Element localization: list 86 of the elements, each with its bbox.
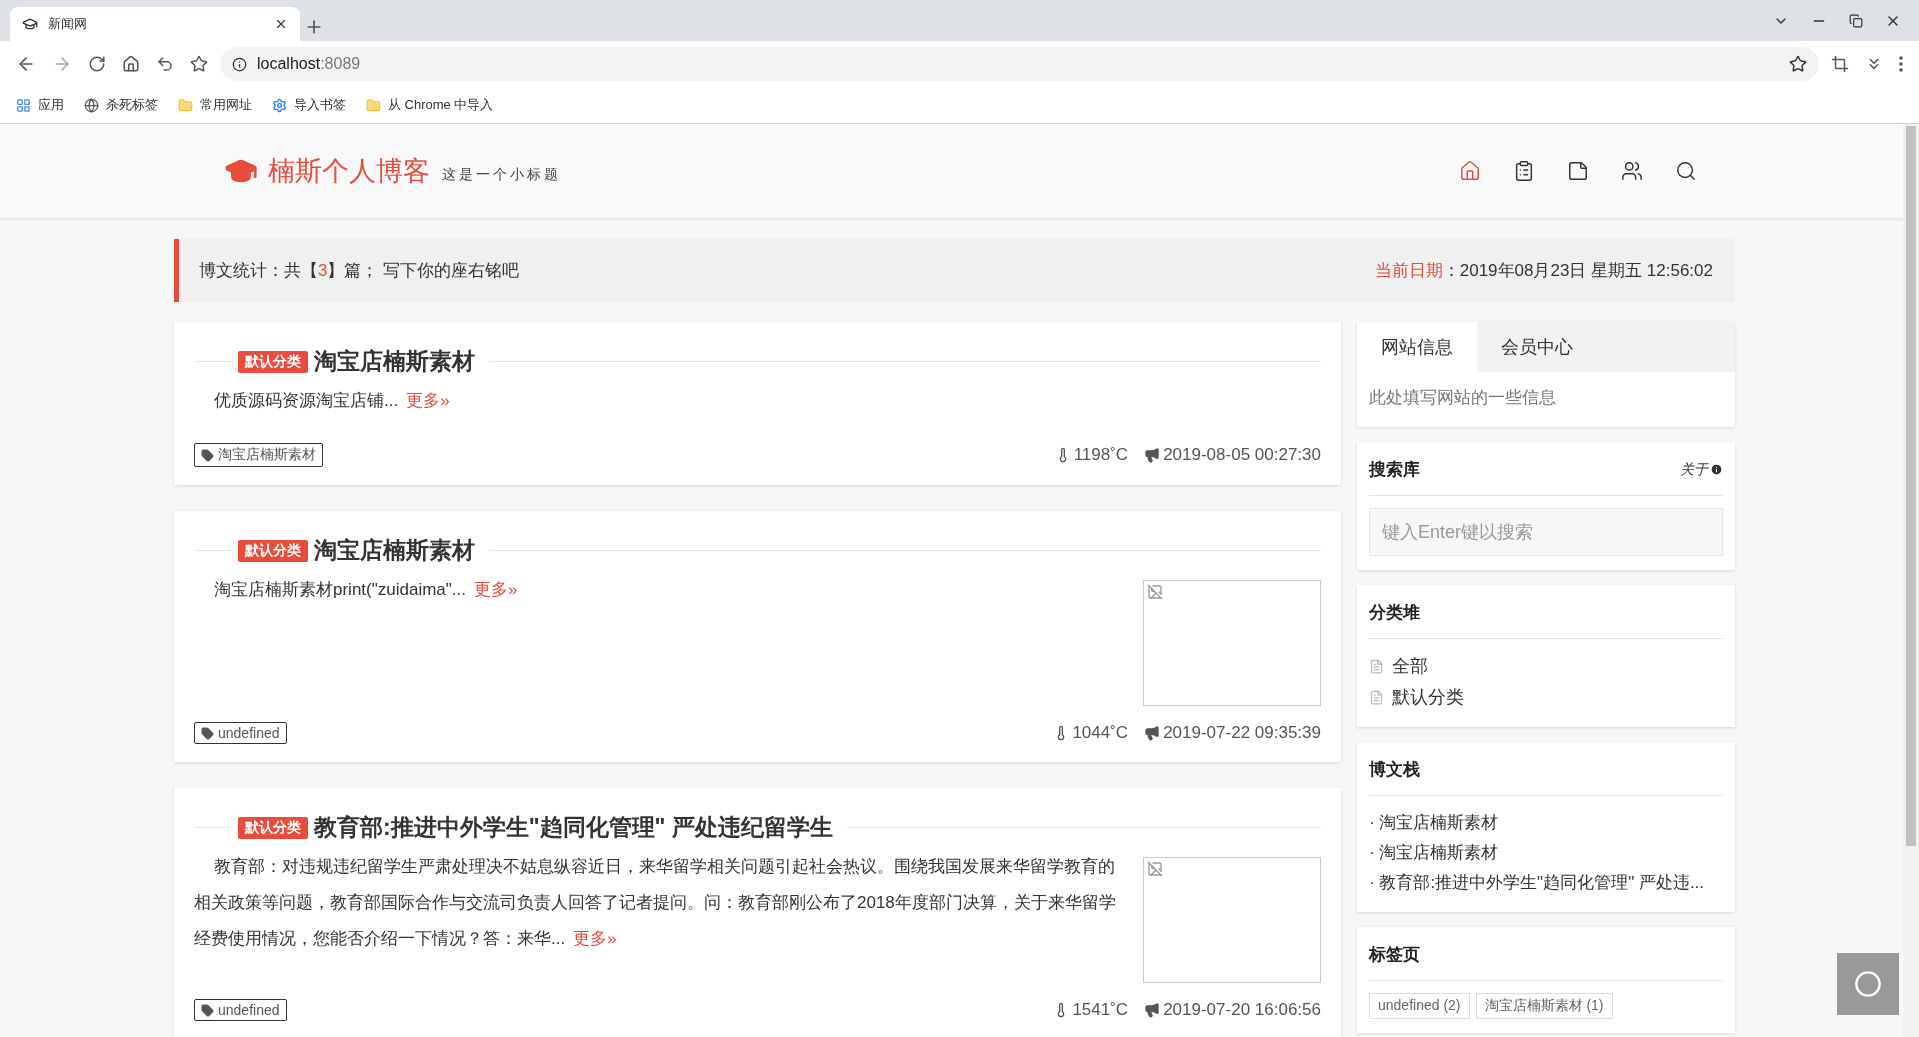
url-text: localhost:8089 [257,55,361,73]
sidebar-tab[interactable]: 网站信息 [1357,322,1477,372]
gear-icon [272,97,287,113]
post-time: 2019-07-22 09:35:39 [1163,723,1321,743]
scrollbar[interactable] [1903,124,1919,1037]
megaphone-icon [1144,1002,1161,1018]
site-subtitle: 这是一个小标题 [442,166,561,184]
category-badge[interactable]: 默认分类 [238,539,308,562]
broken-image-icon [1147,861,1163,877]
tag-label[interactable]: undefined [194,999,287,1021]
broken-image-icon [1147,584,1163,600]
post-title[interactable]: 教育部:推进中外学生"趋同化管理" 严处违纪留学生 [314,812,833,843]
category-item[interactable]: 全部 [1369,651,1723,682]
restore-icon[interactable] [1849,13,1863,28]
more-link[interactable]: 更多» [573,929,617,948]
graduation-cap-icon [22,16,38,32]
megaphone-icon [1144,725,1161,741]
bookmark-item[interactable]: 杀死标签 [84,96,158,114]
sidebar-tab[interactable]: 会员中心 [1477,322,1597,372]
info-text: 此处填写网站的一些信息 [1368,387,1557,409]
panel-title: 标签页 [1369,944,1420,966]
home-icon [1459,160,1481,182]
address-bar[interactable]: localhost:8089 [220,47,1819,81]
info-icon [232,56,247,72]
tag-label[interactable]: undefined [194,722,287,744]
megaphone-icon [1144,447,1161,463]
menu-icon [1899,56,1903,72]
circle-icon [1854,970,1882,998]
more-link[interactable]: 更多» [406,391,450,410]
home-icon [122,55,140,73]
category-badge[interactable]: 默认分类 [238,816,308,839]
tag-chip[interactable]: 淘宝店楠斯素材 (1) [1475,993,1613,1019]
search-icon [1675,160,1697,182]
bookmark-item[interactable]: 应用 [16,96,64,114]
post-time: 2019-07-20 16:06:56 [1163,1000,1321,1020]
reload-icon [88,55,106,73]
category-badge[interactable]: 默认分类 [238,350,308,373]
recent-post-link[interactable]: · 淘宝店楠斯素材 [1369,838,1723,868]
panel-title: 搜索库 [1369,459,1420,481]
tag-chip[interactable]: undefined (2) [1369,993,1470,1019]
tag-icon [201,448,214,462]
folder-icon [366,97,381,113]
star-icon[interactable] [1789,55,1807,73]
search-field[interactable]: 键入Enter键以搜索 [1369,508,1723,556]
about-link[interactable]: 关于 [1680,460,1723,479]
post-excerpt: 优质源码资源淘宝店铺... 更多» [213,390,451,412]
users-icon [1621,160,1643,182]
document-icon [1369,690,1384,705]
recent-post-link[interactable]: · 教育部:推进中外学生"趋同化管理" 严处违... [1369,868,1723,898]
folder-icon [178,97,193,113]
panel-title: 分类堆 [1369,602,1420,624]
back-to-top-button[interactable] [1837,953,1899,1015]
undo-icon [156,55,174,73]
panel-title: 博文栈 [1369,759,1420,781]
heat-text: 1044˚C [1072,723,1129,743]
site-logo[interactable]: 楠斯个人博客 [224,153,430,189]
clipboard-icon [1513,160,1535,182]
date-label: 当前日期 [1374,260,1443,282]
heat-text: 1198˚C [1073,445,1129,465]
bookmark-item[interactable]: 常用网址 [178,96,252,114]
post-excerpt: 淘宝店楠斯素材print("zuidaima"... 更多» [213,579,519,601]
tag-icon [201,1003,214,1017]
more-link[interactable]: 更多» [474,580,518,599]
globe-icon [84,97,99,113]
tag-label[interactable]: 淘宝店楠斯素材 [194,443,323,467]
date-text: ：2019年08月23日 星期五 12:56:02 [1442,260,1713,282]
category-item[interactable]: 默认分类 [1369,682,1723,713]
note-icon [1567,160,1589,182]
bookmark-item[interactable]: 从 Chrome 中导入 [366,96,494,114]
bookmark-item[interactable]: 导入书签 [272,96,346,114]
info-icon [1710,463,1723,476]
post-title[interactable]: 淘宝店楠斯素材 [314,346,475,377]
browser-tab[interactable]: 新闻网 [10,7,300,41]
document-icon [1369,659,1384,674]
stats-text: 博文统计：共【3】篇； 写下你的座右铭吧 [199,260,520,282]
close-icon[interactable] [274,17,288,31]
post-title[interactable]: 淘宝店楠斯素材 [314,535,475,566]
recent-post-link[interactable]: · 淘宝店楠斯素材 [1369,808,1723,838]
post-excerpt: 教育部：对违规违纪留学生严肃处理决不姑息纵容近日，来华留学相关问题引起社会热议。围绕我国发展来华留学教育的相关政策等问题，教育部国际合作与交流司负责人回答了记者提问。问：教育部刚公布了2018年度部门决算，关于来华留学经费使用情况，您能否介绍一下情况？答：来华... 更多» [194,856,1117,950]
post-time: 2019-08-05 00:27:30 [1163,445,1321,465]
tab-title: 新闻网 [48,15,88,33]
crop-icon [1831,55,1849,73]
tag-icon [201,726,214,740]
heat-text: 1541˚C [1072,1000,1129,1020]
star-icon [190,55,208,73]
apps-icon [16,97,31,113]
